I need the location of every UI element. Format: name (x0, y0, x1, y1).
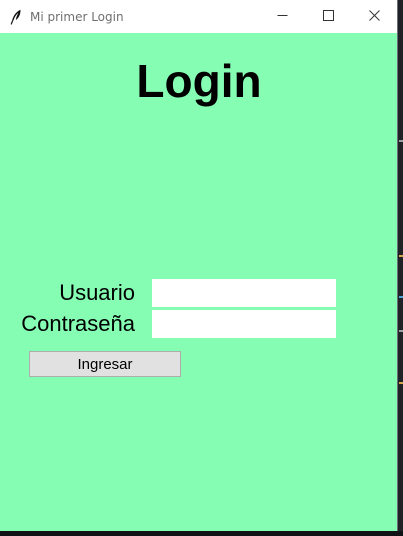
minimize-button[interactable] (259, 0, 305, 33)
background-window-edge (398, 0, 403, 536)
background-mark (399, 330, 403, 332)
desktop: Mi primer Login Login Usuario Contraseña… (0, 0, 403, 536)
background-mark (399, 140, 403, 142)
username-label: Usuario (59, 280, 135, 305)
login-heading: Login (136, 55, 262, 107)
username-input[interactable] (152, 279, 336, 307)
ingresar-button-label: Ingresar (77, 355, 133, 373)
close-button[interactable] (351, 0, 397, 33)
login-window: Mi primer Login Login Usuario Contraseña… (0, 0, 398, 531)
title-bar[interactable]: Mi primer Login (0, 0, 397, 33)
ingresar-button[interactable]: Ingresar (29, 351, 181, 377)
password-input[interactable] (152, 310, 336, 338)
window-controls (259, 0, 397, 33)
window-title: Mi primer Login (30, 9, 124, 24)
password-label: Contraseña (21, 311, 135, 336)
close-icon (368, 8, 380, 26)
background-mark (399, 296, 403, 298)
maximize-icon (322, 8, 334, 26)
taskbar (0, 531, 403, 536)
background-mark (399, 382, 403, 384)
maximize-button[interactable] (305, 0, 351, 33)
background-mark (399, 255, 403, 257)
feather-icon (9, 9, 23, 25)
minimize-icon (277, 8, 288, 26)
